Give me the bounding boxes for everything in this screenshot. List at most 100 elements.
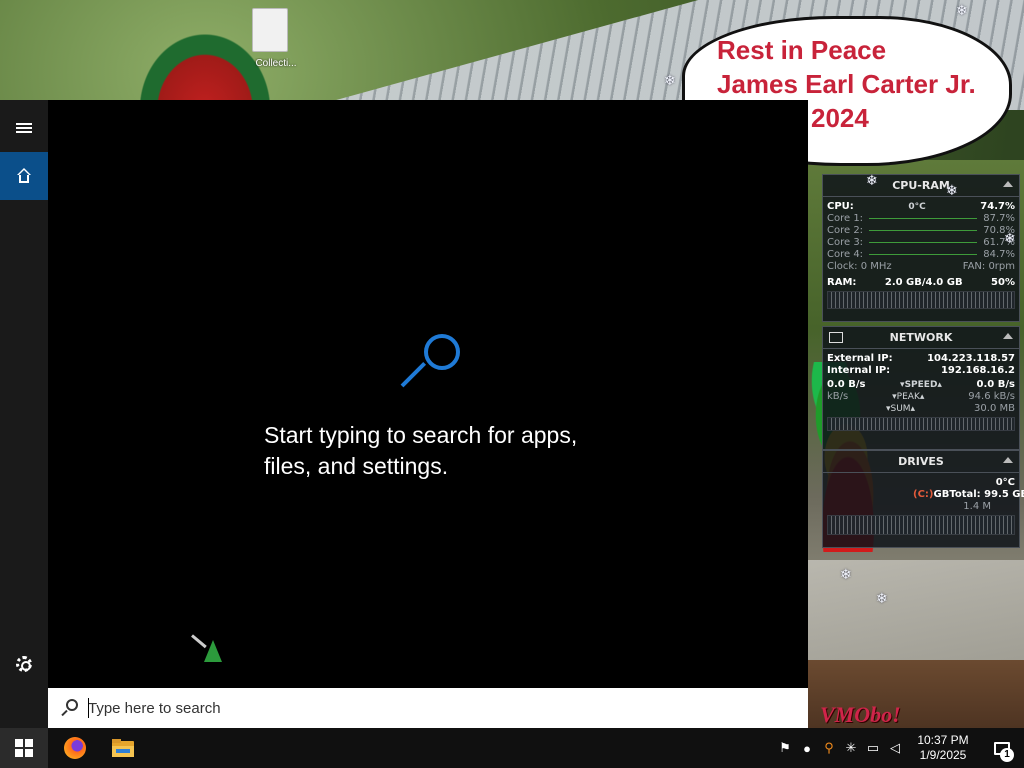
clock-row: Clock: 0 MHz FAN: 0rpm xyxy=(823,261,1019,273)
external-ip-label: External IP: xyxy=(827,353,893,364)
internal-ip-label: Internal IP: xyxy=(827,365,891,376)
search-icon xyxy=(60,699,78,717)
search-hint-line-2: files, and settings. xyxy=(264,453,449,479)
snowflake-icon: ❄ xyxy=(840,566,852,582)
core-label: Core 2: xyxy=(827,225,864,236)
internal-ip-value: 192.168.16.2 xyxy=(940,365,1015,376)
user-alert-icon[interactable]: ⚑ xyxy=(774,728,796,768)
core-row: Core 2: 70.8% xyxy=(823,225,1019,237)
search-input[interactable] xyxy=(88,693,808,723)
drive-row: (C:) GB Total: 99.5 GB xyxy=(823,489,1024,501)
internal-ip-row: Internal IP: 192.168.16.2 xyxy=(823,365,1019,377)
network-icon[interactable]: ▭ xyxy=(862,728,884,768)
snowflake-icon: ❄ xyxy=(1004,230,1016,246)
cpu-ram-header[interactable]: CPU-RAM xyxy=(823,175,1019,197)
speed-row: 0.0 B/s ▾SPEED▴ 0.0 B/s xyxy=(823,379,1019,391)
core-bar xyxy=(869,218,978,219)
core-row: Core 3: 61.7% xyxy=(823,237,1019,249)
snowflake-icon: ❄ xyxy=(866,172,878,188)
clock-time: 10:37 PM xyxy=(917,733,969,747)
start-button[interactable] xyxy=(0,728,48,768)
snowflake-icon: ❄ xyxy=(946,182,958,198)
network-title: NETWORK xyxy=(889,331,953,344)
core-bar xyxy=(869,254,978,255)
external-ip-row: External IP: 104.223.118.57 xyxy=(823,353,1019,365)
taskbar: ⚑ ● ⚲ ✳ ▭ ◁ 10:37 PM 1/9/2025 1 xyxy=(0,728,1024,768)
cpu-temp: 0°C xyxy=(908,202,926,212)
text-caret xyxy=(88,698,89,718)
monitor-icon xyxy=(829,332,843,343)
ram-row: RAM: 2.0 GB/4.0 GB 50% xyxy=(823,277,1019,289)
action-center-button[interactable]: 1 xyxy=(980,728,1024,768)
collapse-icon[interactable] xyxy=(1003,181,1013,187)
desktop-file-icon[interactable] xyxy=(252,8,288,52)
system-tray: ⚑ ● ⚲ ✳ ▭ ◁ 10:37 PM 1/9/2025 1 xyxy=(774,728,1024,768)
core-bar xyxy=(869,242,978,243)
christmas-tree-cursor-icon xyxy=(191,634,222,670)
gear-icon xyxy=(16,656,32,672)
start-rail xyxy=(0,100,48,728)
network-sparkline xyxy=(827,417,1015,431)
clock[interactable]: 10:37 PM 1/9/2025 xyxy=(912,733,974,763)
peak-row: kB/s ▾PEAK▴ 94.6 kB/s xyxy=(823,391,1019,403)
firefox-icon xyxy=(64,737,86,759)
ram-sparkline xyxy=(827,291,1015,309)
search-alt-icon[interactable]: ⚲ xyxy=(818,728,840,768)
search-illustration-icon xyxy=(396,332,462,394)
snowflake-icon: ❄ xyxy=(956,2,968,18)
drive-io-row: 1.4 M xyxy=(823,501,1019,513)
notification-count: 1 xyxy=(1000,748,1014,762)
menu-button[interactable] xyxy=(0,104,48,152)
desktop-file-label[interactable]: Collecti... xyxy=(246,58,306,69)
droplet-icon[interactable]: ● xyxy=(796,728,818,768)
external-ip-value: 104.223.118.57 xyxy=(927,353,1015,364)
collapse-icon[interactable] xyxy=(1003,333,1013,339)
cpu-ram-gadget[interactable]: CPU-RAM CPU: 0°C 74.7% Core 1: 87.7% Cor… xyxy=(822,174,1020,322)
speed-down: 0.0 B/s xyxy=(827,379,866,390)
core-label: Core 3: xyxy=(827,237,864,248)
sum-label: ▾SUM▴ xyxy=(885,404,916,414)
taskbar-firefox[interactable] xyxy=(52,728,98,768)
network-header[interactable]: NETWORK xyxy=(823,327,1019,349)
home-icon xyxy=(16,168,32,184)
search-hint-line-1: Start typing to search for apps, xyxy=(264,422,578,448)
core-row: Core 4: 84.7% xyxy=(823,249,1019,261)
speaker-icon[interactable]: ◁ xyxy=(884,728,906,768)
cpu-label: CPU: xyxy=(827,201,854,212)
settings-button[interactable] xyxy=(0,640,48,688)
network-gadget[interactable]: NETWORK External IP: 104.223.118.57 Inte… xyxy=(822,326,1020,450)
search-hint: Start typing to search for apps, files, … xyxy=(264,420,644,482)
collapse-icon[interactable] xyxy=(1003,457,1013,463)
snowflake-tray-icon[interactable]: ✳ xyxy=(840,728,862,768)
speed-label: ▾SPEED▴ xyxy=(900,380,942,390)
cpu-row: CPU: 0°C 74.7% xyxy=(823,201,1019,213)
search-box[interactable] xyxy=(48,688,808,728)
core-value: 84.7% xyxy=(983,249,1015,260)
drives-gadget[interactable]: DRIVES 0°C (C:) GB Total: 99.5 GB 1.4 M xyxy=(822,450,1024,548)
taskbar-file-explorer[interactable] xyxy=(100,728,146,768)
folder-icon xyxy=(112,739,134,757)
cpu-clock: Clock: 0 MHz xyxy=(827,261,892,272)
ram-label: RAM: xyxy=(827,277,857,288)
drive-label: (C:) xyxy=(913,489,934,500)
snowflake-icon: ❄ xyxy=(876,590,888,606)
bubble-line-1: Rest in Peace xyxy=(717,35,887,65)
core-value: 87.7% xyxy=(983,213,1015,224)
sum-up: 30.0 MB xyxy=(974,403,1015,414)
bubble-line-2: James Earl Carter Jr. xyxy=(717,69,976,99)
core-row: Core 1: 87.7% xyxy=(823,213,1019,225)
cpu-ram-title: CPU-RAM xyxy=(892,179,950,192)
drive-temp: 0°C xyxy=(995,477,1015,488)
drive-total: Total: 99.5 GB xyxy=(949,489,1024,500)
fan-speed: FAN: 0rpm xyxy=(962,261,1015,272)
peak-down: kB/s xyxy=(827,391,849,402)
drive-temp-row: 0°C xyxy=(823,477,1019,489)
home-button[interactable] xyxy=(0,152,48,200)
drive-used: GB xyxy=(933,489,950,500)
sum-row: ▾SUM▴ 30.0 MB xyxy=(823,403,1019,415)
drives-title: DRIVES xyxy=(898,455,944,468)
core-label: Core 4: xyxy=(827,249,864,260)
peak-label: ▾PEAK▴ xyxy=(892,392,925,402)
drives-header[interactable]: DRIVES xyxy=(823,451,1019,473)
ram-used: 2.0 GB/4.0 GB xyxy=(884,277,963,288)
